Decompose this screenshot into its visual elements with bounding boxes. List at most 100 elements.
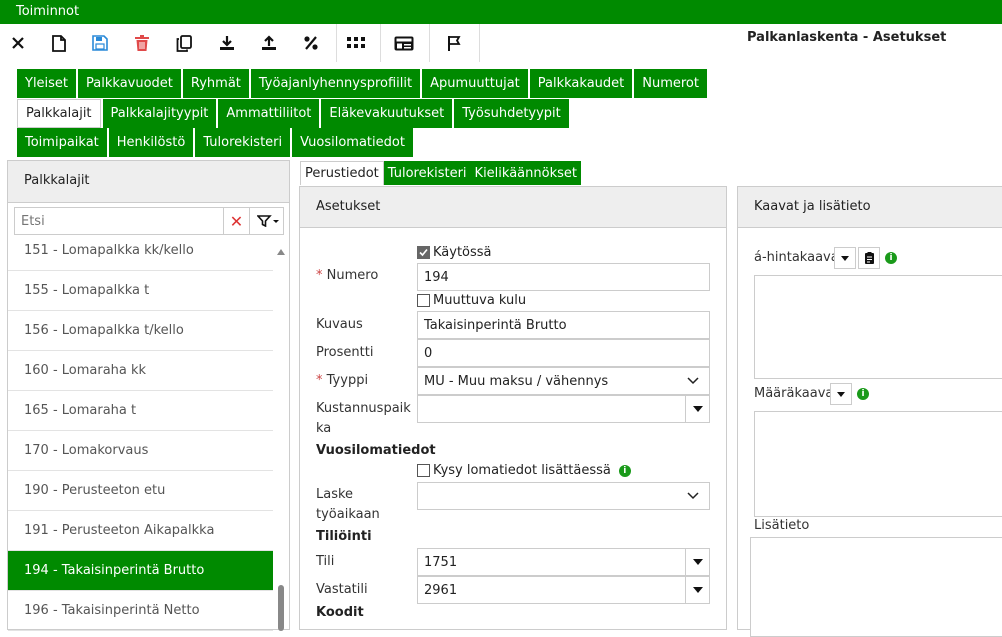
nav-tab-palkkalajit[interactable]: Palkkalajit — [17, 99, 101, 128]
caret-down-icon[interactable] — [685, 577, 709, 603]
vastatili-label: Vastatili — [316, 582, 368, 597]
info-icon[interactable]: i — [618, 464, 631, 477]
prosentti-value: 0 — [424, 345, 433, 361]
detail-tabs: Perustiedot Tulorekisteri Kielikäännökset — [300, 161, 581, 185]
list-scrollbar[interactable] — [276, 247, 286, 631]
asetukset-panel: Asetukset Käytössä * Numero 194 Muuttuva… — [299, 186, 727, 630]
id-card-icon[interactable] — [392, 24, 416, 62]
nav-tab-tyoajanlyhennysprofiilit[interactable]: Työajanlyhennysprofiilit — [250, 69, 421, 98]
nav-tab-elakevakuutukset[interactable]: Eläkevakuutukset — [321, 99, 453, 128]
panel-title: Palkkalajit — [8, 161, 289, 203]
nav-tab-tyosuhdetyypit[interactable]: Työsuhdetyypit — [454, 99, 569, 128]
lisatieto-textarea[interactable] — [750, 537, 1002, 637]
prosentti-field[interactable]: 0 — [417, 339, 710, 367]
nav-tab-toimipaikat[interactable]: Toimipaikat — [17, 128, 107, 157]
toiminnot-menu[interactable]: Toiminnot — [16, 4, 79, 19]
flag-icon[interactable] — [442, 24, 466, 62]
upload-icon[interactable] — [257, 24, 281, 62]
save-icon[interactable] — [88, 24, 112, 62]
tili-select[interactable]: 1751 — [417, 548, 710, 576]
caret-down-icon[interactable] — [685, 549, 709, 575]
nav-tab-palkkakaudet[interactable]: Palkkakaudet — [529, 69, 633, 98]
nav-tab-ammattiliitot[interactable]: Ammattiliitot — [218, 99, 320, 128]
info-icon[interactable]: i — [857, 388, 869, 400]
nav-tab-palkkalajityypit[interactable]: Palkkalajityypit — [102, 99, 217, 128]
search-input[interactable] — [15, 208, 223, 234]
clipboard-icon[interactable] — [858, 247, 880, 269]
checkbox-box — [417, 294, 430, 307]
caret-down-icon[interactable] — [685, 396, 709, 422]
settings-nav-row-2: Palkkalajit Palkkalajityypit Ammattiliitot… — [17, 99, 571, 128]
top-menu-bar: Toiminnot — [0, 0, 1002, 24]
palkkalajit-list: 151 - Lomapalkka kk/kello 155 - Lomapalkk… — [8, 241, 273, 631]
muuttuva-kulu-label: Muuttuva kulu — [433, 293, 527, 308]
settings-nav-row-3: Toimipaikat Henkilöstö Tulorekisteri Vuosil… — [17, 128, 415, 157]
nav-tab-vuosilomatiedot[interactable]: Vuosilomatiedot — [292, 128, 413, 157]
hintakaava-textarea[interactable] — [754, 275, 1002, 379]
kysy-lomatiedot-label: Kysy lomatiedot lisättäessä — [433, 463, 611, 478]
list-item[interactable]: 151 - Lomapalkka kk/kello — [8, 241, 273, 271]
list-item[interactable]: 155 - Lomapalkka t — [8, 271, 273, 311]
tiliointi-heading: Tiliöinti — [316, 529, 372, 544]
tili-value: 1751 — [424, 554, 458, 570]
list-item[interactable]: 156 - Lomapalkka t/kello — [8, 311, 273, 351]
list-item[interactable]: 194 - Takaisinperintä Brutto — [8, 551, 273, 591]
numero-label: * Numero — [316, 268, 379, 283]
toolbar-separator — [380, 24, 381, 62]
list-item[interactable]: 191 - Perusteeton Aikapalkka — [8, 511, 273, 551]
tab-perustiedot[interactable]: Perustiedot — [300, 161, 384, 185]
nav-tab-numerot[interactable]: Numerot — [634, 69, 707, 98]
tyyppi-value: MU - Muu maksu / vähennys — [424, 373, 609, 389]
muuttuva-kulu-checkbox[interactable]: Muuttuva kulu — [417, 293, 526, 308]
kaavat-panel: Kaavat ja lisätieto á-hintakaava i Määrä… — [737, 186, 1002, 637]
delete-icon[interactable] — [130, 24, 154, 62]
prosentti-label: Prosentti — [316, 345, 374, 360]
vastatili-select[interactable]: 2961 — [417, 576, 710, 604]
lisatieto-label: Lisätieto — [754, 518, 810, 533]
nav-tab-yleiset[interactable]: Yleiset — [17, 69, 77, 98]
info-icon[interactable]: i — [885, 252, 897, 264]
tab-tulorekisteri[interactable]: Tulorekisteri — [383, 161, 471, 185]
grid-icon[interactable] — [344, 24, 368, 62]
numero-field[interactable]: 194 — [417, 263, 710, 291]
koodit-heading: Koodit — [316, 605, 364, 620]
maarakaava-label: Määräkaava — [754, 386, 834, 401]
kaytossa-label: Käytössä — [433, 245, 492, 260]
copy-icon[interactable] — [172, 24, 196, 62]
nav-tab-palkkavuodet[interactable]: Palkkavuodet — [78, 69, 181, 98]
download-icon[interactable] — [215, 24, 239, 62]
tab-kielikaannokset[interactable]: Kielikäännökset — [470, 161, 581, 185]
kysy-lomatiedot-checkbox[interactable]: Kysy lomatiedot lisättäessä i — [417, 463, 631, 478]
filter-icon[interactable] — [249, 208, 285, 234]
checkbox-box — [417, 464, 430, 477]
chevron-down-icon — [687, 377, 699, 385]
toolbar-separator — [479, 24, 480, 62]
list-item[interactable]: 196 - Takaisinperintä Netto — [8, 591, 273, 631]
nav-tab-henkilosto[interactable]: Henkilöstö — [108, 128, 194, 157]
kaytossa-checkbox[interactable]: Käytössä — [417, 245, 492, 260]
percent-icon[interactable] — [299, 24, 323, 62]
clear-search-icon[interactable]: ✕ — [223, 208, 249, 234]
tyyppi-select[interactable]: MU - Muu maksu / vähennys — [417, 367, 710, 395]
caret-down-icon[interactable] — [830, 383, 852, 405]
list-item[interactable]: 190 - Perusteeton etu — [8, 471, 273, 511]
list-item[interactable]: 170 - Lomakorvaus — [8, 431, 273, 471]
panel-title: Asetukset — [300, 187, 726, 228]
kustannuspaikka-select[interactable] — [417, 395, 710, 423]
laske-tyoaikaan-select[interactable] — [417, 482, 710, 510]
list-item[interactable]: 165 - Lomaraha t — [8, 391, 273, 431]
search-box: ✕ — [14, 207, 284, 235]
new-document-icon[interactable] — [47, 24, 71, 62]
nav-tab-tulorekisteri[interactable]: Tulorekisteri — [195, 128, 291, 157]
vuosilomatiedot-heading: Vuosilomatiedot — [316, 443, 436, 458]
numero-value: 194 — [424, 269, 449, 285]
caret-down-icon[interactable] — [834, 247, 856, 269]
close-icon[interactable] — [6, 24, 30, 62]
chevron-down-icon — [687, 492, 699, 500]
list-item[interactable]: 160 - Lomaraha kk — [8, 351, 273, 391]
maarakaava-textarea[interactable] — [754, 411, 1002, 517]
nav-tab-ryhmat[interactable]: Ryhmät — [182, 69, 249, 98]
kuvaus-field[interactable]: Takaisinperintä Brutto — [417, 311, 710, 339]
nav-tab-apumuuttujat[interactable]: Apumuuttujat — [422, 69, 528, 98]
page-title: Palkanlaskenta - Asetukset — [747, 30, 947, 45]
